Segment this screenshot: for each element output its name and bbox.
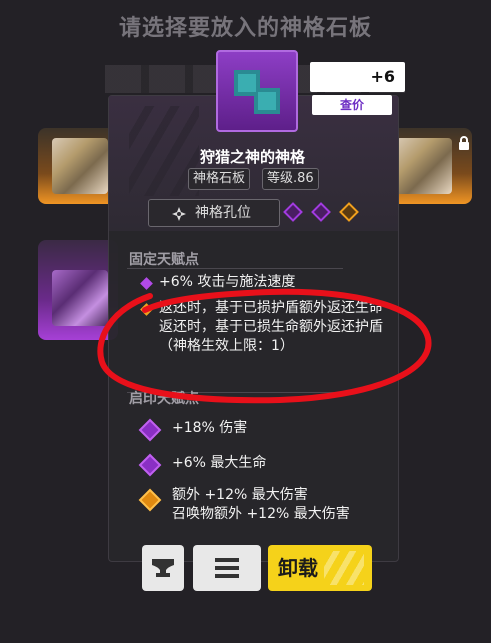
- item-type-tag: 神格石板: [188, 168, 251, 190]
- fixed-attr-2: 返还时，基于已损护盾额外返还生命 返还时，基于已损生命额外返还护盾（神格生效上限…: [159, 300, 383, 354]
- fixed-attr-1: +6% 攻击与施法速度: [159, 274, 296, 290]
- socket-shuriken-icon: [172, 207, 186, 221]
- random-talent-title: 启印天赋点: [129, 391, 199, 407]
- anvil-icon: [152, 559, 174, 577]
- price-check-button[interactable]: 查价: [312, 95, 392, 115]
- item-level-tag: 等级.86: [262, 168, 319, 190]
- random-attr-1: +18% 伤害: [172, 420, 248, 436]
- random-attr-3: 额外 +12% 最大伤害 召唤物额外 +12% 最大伤害: [172, 487, 350, 522]
- tablet-slot-purple[interactable]: [38, 240, 118, 340]
- menu-icon: [215, 558, 239, 578]
- random-attr-2: +6% 最大生命: [172, 455, 267, 471]
- page-title: 请选择要放入的神格石板: [118, 16, 372, 41]
- item-name: 狩猎之神的神格: [199, 148, 305, 166]
- tablet-slot-left[interactable]: [38, 128, 118, 204]
- forge-button[interactable]: [142, 545, 184, 591]
- hero-portrait: [52, 138, 108, 194]
- menu-button[interactable]: [193, 545, 261, 591]
- tablet-icon: [216, 50, 298, 132]
- tablet-thumbnail: [52, 270, 108, 326]
- unload-button[interactable]: 卸载: [268, 545, 372, 591]
- socket-label: 神格孔位: [195, 205, 251, 221]
- lock-icon: [457, 136, 471, 150]
- fixed-talent-title: 固定天赋点: [129, 252, 199, 268]
- background-slot-label: +6: [310, 62, 405, 92]
- hero-portrait: [396, 138, 452, 194]
- socket-box: 神格孔位: [148, 199, 280, 227]
